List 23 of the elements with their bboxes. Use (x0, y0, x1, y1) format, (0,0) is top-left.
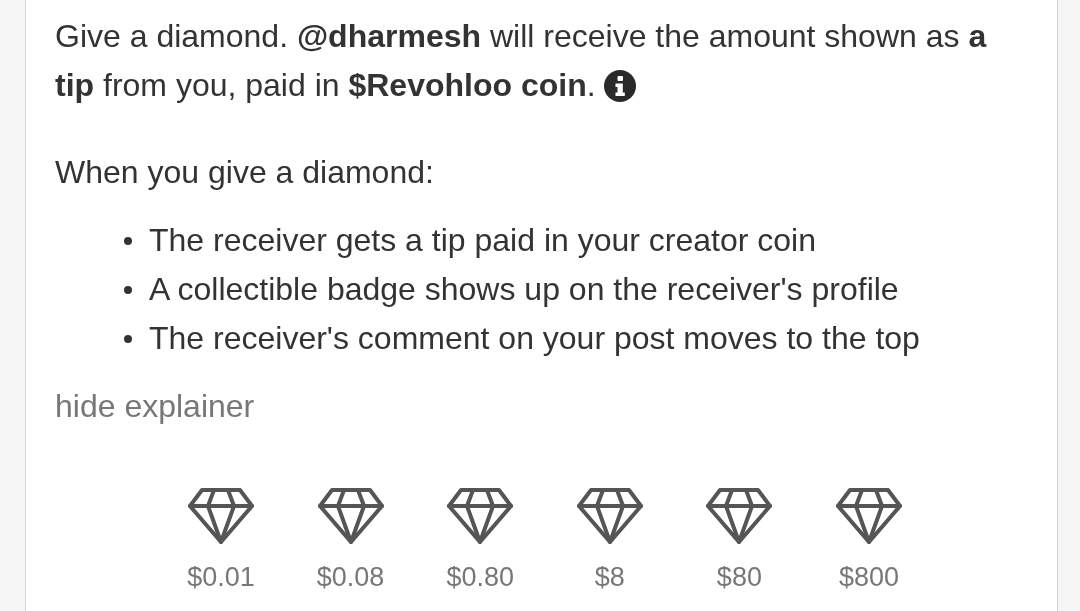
diamond-tip-button[interactable]: $800 (835, 487, 903, 593)
diamond-tip-button[interactable]: $0.08 (316, 487, 385, 593)
diamond-tip-button[interactable]: $80 (705, 487, 774, 593)
hide-explainer-link[interactable]: hide explainer (55, 388, 255, 424)
bullet-icon (124, 236, 132, 245)
diamond-tip-button[interactable]: $0.80 (446, 487, 515, 593)
intro-text: tip from you, paid in $Revohloo coin. (55, 66, 596, 105)
info-icon[interactable] (603, 69, 636, 102)
diamond-icon (446, 487, 515, 545)
bullet-icon (124, 334, 132, 343)
diamond-tip-button[interactable]: $0.01 (187, 487, 255, 593)
bullet-text: The receiver gets a tip paid in your creator coin (149, 221, 816, 260)
diamond-icon (187, 487, 255, 545)
list-heading: When you give a diamond: (55, 153, 434, 192)
intro-text: Give a diamond. @dharmesh will receive the amount shown as a (55, 17, 987, 56)
diamond-icon (705, 487, 774, 545)
bullet-text: A collectible badge shows up on the receiver's profile (149, 270, 899, 309)
diamond-icon (316, 487, 385, 545)
diamond-tip-button[interactable]: $8 (575, 487, 644, 593)
diamond-icon (835, 487, 903, 545)
bullet-icon (124, 285, 132, 294)
diamond-icon (575, 487, 644, 545)
bullet-text: The receiver's comment on your post moves to the top (149, 319, 920, 358)
